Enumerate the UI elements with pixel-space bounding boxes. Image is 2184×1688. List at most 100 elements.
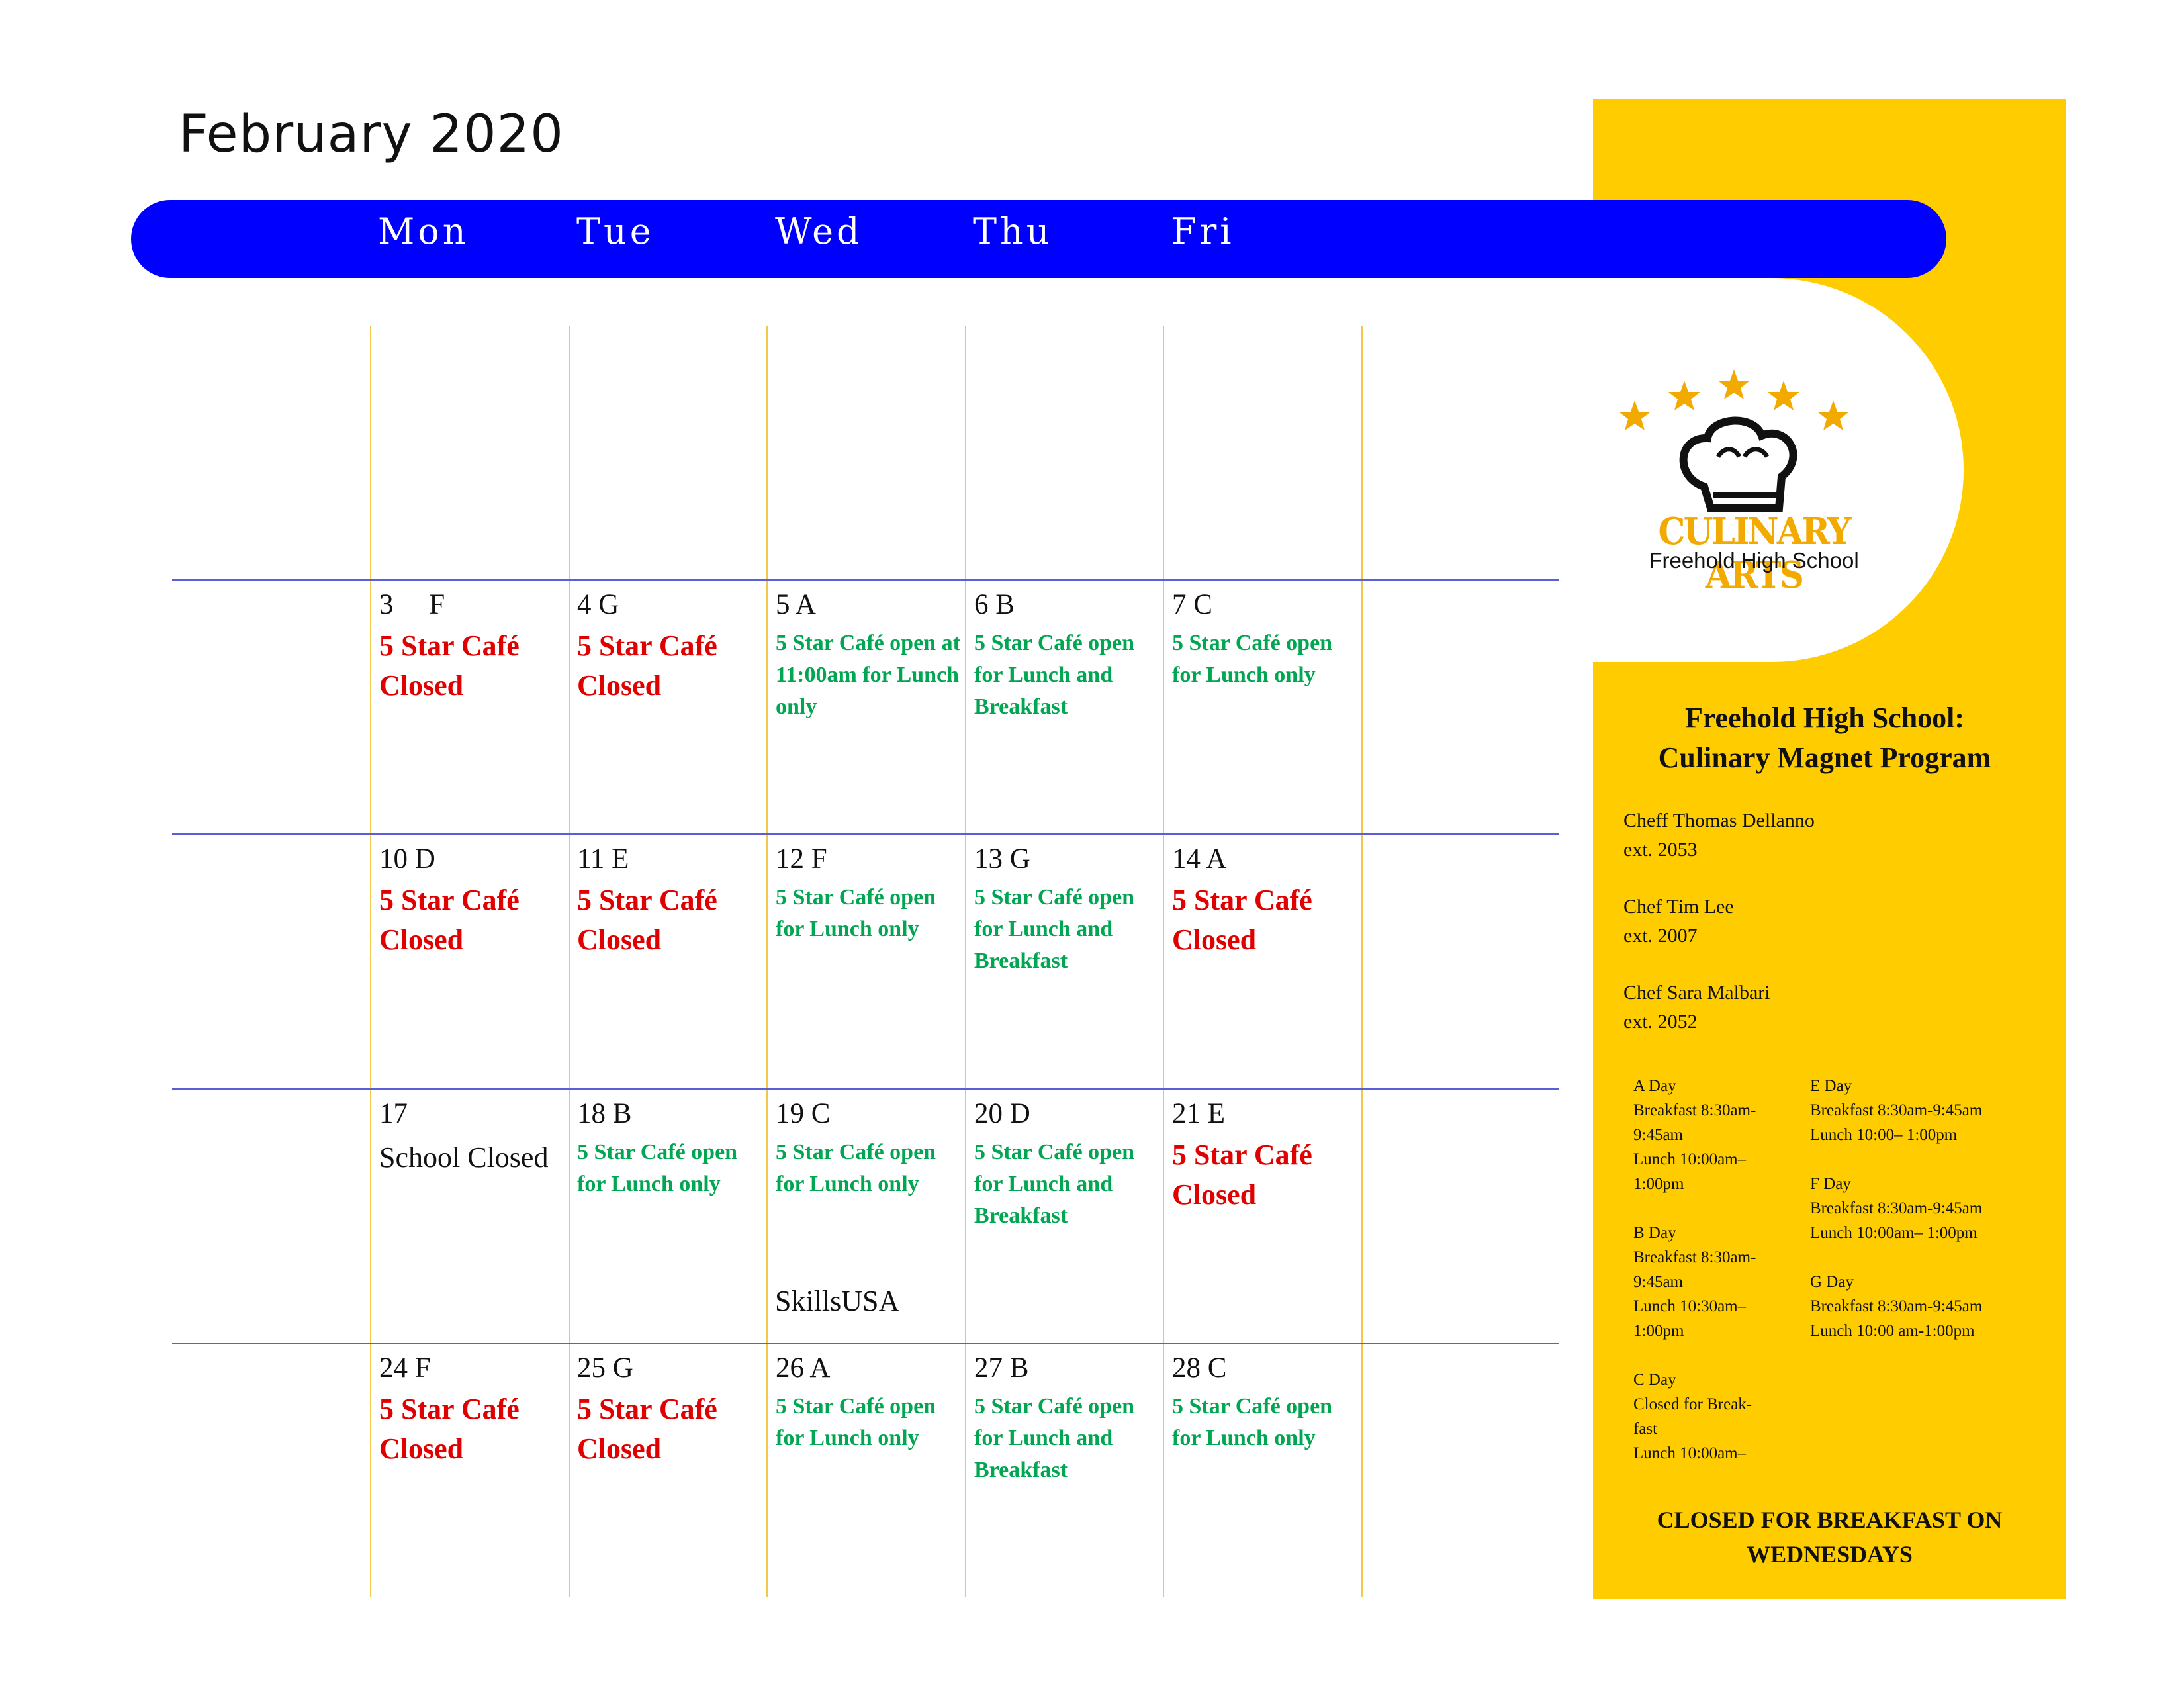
program-title: Freehold High School: Culinary Magnet Pr…: [1593, 698, 2056, 778]
chef-ext: ext. 2052: [1623, 1011, 1698, 1033]
schedule-block: F Day Breakfast 8:30am-9:45am Lunch 10:0…: [1810, 1172, 2062, 1245]
chef-name: Chef Sara Malbari: [1623, 982, 1770, 1004]
cell-status: 5 Star Café open for Lunch only: [776, 885, 936, 941]
cell-status: 5 Star Café open for Lunch only: [1172, 631, 1333, 687]
notice-line: WEDNESDAYS: [1747, 1541, 1913, 1568]
chef-hat-icon: [1679, 416, 1797, 512]
cell-status: 5 Star Café open for Lunch and Breakfast: [974, 1394, 1135, 1482]
day-cell: 24 F 5 Star Café Closed: [379, 1352, 571, 1469]
cell-date: 25 G: [577, 1352, 633, 1383]
grid-row-divider: [172, 833, 1559, 835]
day-cell: 25 G 5 Star Café Closed: [577, 1352, 769, 1469]
cell-date: 6 B: [974, 589, 1015, 620]
schedule-line: 1:00pm: [1633, 1175, 1684, 1193]
cell-date: 4 G: [577, 589, 619, 620]
day-cell: 18 B 5 Star Café open for Lunch only: [577, 1098, 769, 1200]
cell-status: 5 Star Café Closed: [1172, 884, 1312, 956]
cell-date: 17: [379, 1098, 408, 1129]
cell-status: 5 Star Café open for Lunch only: [776, 1140, 936, 1196]
cell-status: 5 Star Café open for Lunch only: [577, 1140, 738, 1196]
cell-date: 27 B: [974, 1352, 1029, 1383]
schedule-line: Lunch 10:30am–: [1633, 1297, 1747, 1315]
schedule-block: B Day Breakfast 8:30am- 9:45am Lunch 10:…: [1633, 1221, 1805, 1343]
schedule-line: Breakfast 8:30am-: [1633, 1102, 1756, 1119]
day-cell: 10 D 5 Star Café Closed: [379, 843, 571, 960]
day-cell: 5 A 5 Star Café open at 11:00am for Lunc…: [776, 589, 968, 723]
schedule-line: Closed for Break-: [1633, 1395, 1752, 1413]
day-header-tue: Tue: [576, 211, 655, 252]
cell-status: 5 Star Café open for Lunch only: [1172, 1394, 1333, 1450]
notice-line: CLOSED FOR BREAKFAST ON: [1657, 1507, 2003, 1533]
cell-date: 19 C: [776, 1098, 831, 1129]
schedule-day: F Day: [1810, 1175, 1851, 1193]
star-icon: [1768, 381, 1799, 410]
chef-contact: Chef Sara Malbari ext. 2052: [1623, 978, 1770, 1037]
schedule-line: Lunch 10:00am– 1:00pm: [1810, 1224, 1978, 1242]
day-cell: 28 C 5 Star Café open for Lunch only: [1172, 1352, 1364, 1454]
cell-status: 5 Star Café open for Lunch and Breakfast: [974, 631, 1135, 719]
schedule-left: A Day Breakfast 8:30am- 9:45am Lunch 10:…: [1633, 1074, 1805, 1490]
day-cell: 17 School Closed: [379, 1098, 571, 1178]
day-header-thu: Thu: [973, 211, 1053, 252]
day-cell: 21 E 5 Star Café Closed: [1172, 1098, 1364, 1215]
cell-status: 5 Star Café Closed: [379, 1393, 520, 1465]
event-skillsusa: SkillsUSA: [775, 1285, 900, 1317]
cell-status: 5 Star Café Closed: [1172, 1139, 1312, 1211]
cell-status: 5 Star Café Closed: [577, 630, 717, 702]
grid-row-divider: [172, 1088, 1559, 1090]
cell-status: 5 Star Café open for Lunch and Breakfast: [974, 885, 1135, 973]
day-cell: 20 D 5 Star Café open for Lunch and Brea…: [974, 1098, 1166, 1232]
star-icon: [1668, 381, 1700, 410]
schedule-line: Breakfast 8:30am-9:45am: [1810, 1297, 1983, 1315]
cell-status: School Closed: [379, 1141, 549, 1174]
day-cell: 19 C 5 Star Café open for Lunch only: [776, 1098, 968, 1200]
program-title-line: Culinary Magnet Program: [1658, 741, 1991, 774]
schedule-day: A Day: [1633, 1077, 1676, 1095]
day-cell: 6 B 5 Star Café open for Lunch and Break…: [974, 589, 1166, 723]
day-cell: 26 A 5 Star Café open for Lunch only: [776, 1352, 968, 1454]
star-icon: [1718, 369, 1750, 399]
cell-date: 3 F: [379, 589, 445, 620]
cell-status: 5 Star Café Closed: [577, 884, 717, 956]
schedule-line: 9:45am: [1633, 1273, 1683, 1291]
chef-name: Chef Tim Lee: [1623, 896, 1734, 917]
day-cell: 12 F 5 Star Café open for Lunch only: [776, 843, 968, 945]
chef-contact: Chef Tim Lee ext. 2007: [1623, 892, 1734, 951]
cell-date: 10 D: [379, 843, 435, 874]
program-title-line: Freehold High School:: [1684, 702, 1965, 734]
breakfast-closure-notice: CLOSED FOR BREAKFAST ON WEDNESDAYS: [1593, 1503, 2066, 1571]
day-cell: 7 C 5 Star Café open for Lunch only: [1172, 589, 1364, 691]
star-icon: [1619, 400, 1651, 430]
schedule-block: G Day Breakfast 8:30am-9:45am Lunch 10:0…: [1810, 1270, 2062, 1343]
schedule-line: fast: [1633, 1420, 1658, 1438]
cell-date: 18 B: [577, 1098, 632, 1129]
schedule-day: C Day: [1633, 1371, 1676, 1389]
schedule-line: Lunch 10:00– 1:00pm: [1810, 1126, 1958, 1144]
day-header-fri: Fri: [1171, 211, 1235, 252]
schedule-line: Breakfast 8:30am-9:45am: [1810, 1102, 1983, 1119]
cell-date: 12 F: [776, 843, 827, 874]
schedule-block: A Day Breakfast 8:30am- 9:45am Lunch 10:…: [1633, 1074, 1805, 1196]
grid-row-divider: [172, 1343, 1559, 1344]
schedule-line: Breakfast 8:30am-: [1633, 1248, 1756, 1266]
cell-date: 24 F: [379, 1352, 431, 1383]
day-cell: 13 G 5 Star Café open for Lunch and Brea…: [974, 843, 1166, 977]
cell-date: 26 A: [776, 1352, 831, 1383]
day-cell: 3 F 5 Star Café Closed: [379, 589, 571, 706]
chef-contact: Cheff Thomas Dellanno ext. 2053: [1623, 806, 1815, 865]
chef-name: Cheff Thomas Dellanno: [1623, 810, 1815, 831]
cell-date: 7 C: [1172, 589, 1212, 620]
schedule-line: Lunch 10:00am–: [1633, 1444, 1747, 1462]
chef-ext: ext. 2007: [1623, 925, 1698, 947]
cell-status: 5 Star Café Closed: [577, 1393, 717, 1465]
day-cell: 14 A 5 Star Café Closed: [1172, 843, 1364, 960]
schedule-line: Lunch 10:00am–: [1633, 1150, 1747, 1168]
cell-date: 11 E: [577, 843, 629, 874]
star-icon: [1817, 400, 1849, 430]
day-cell: 4 G 5 Star Café Closed: [577, 589, 769, 706]
schedule-day: B Day: [1633, 1224, 1676, 1242]
cell-status: 5 Star Café open for Lunch only: [776, 1394, 936, 1450]
cell-date: 20 D: [974, 1098, 1030, 1129]
schedule-day: G Day: [1810, 1273, 1854, 1291]
cell-date: 14 A: [1172, 843, 1227, 874]
